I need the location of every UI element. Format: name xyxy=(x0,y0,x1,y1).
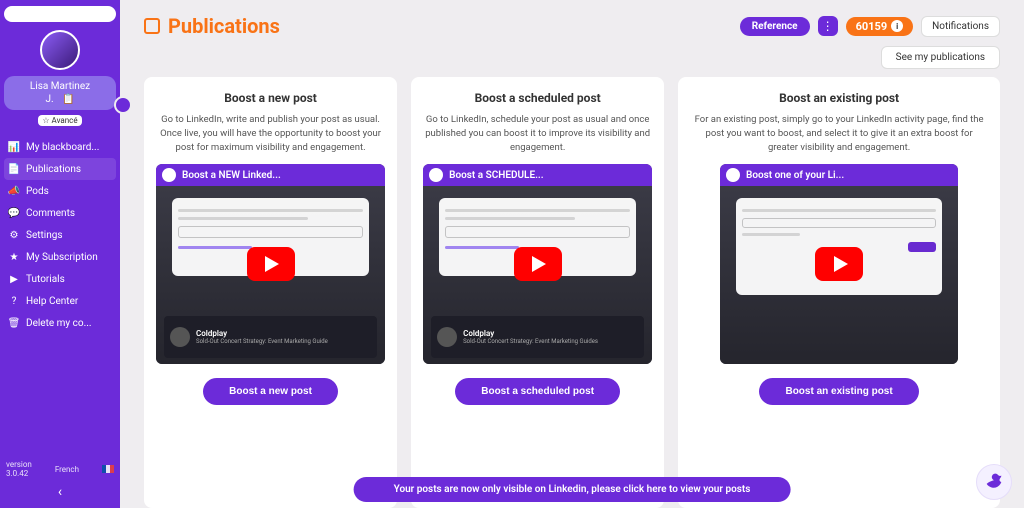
help-icon: ? xyxy=(8,295,20,307)
avatar[interactable] xyxy=(40,30,80,70)
play-button-icon[interactable] xyxy=(815,247,863,281)
user-name-pill: Lisa Martinez J. 📋 xyxy=(4,76,116,110)
nav-tutorials[interactable]: ▶Tutorials xyxy=(4,268,116,290)
linkedin-banner[interactable]: Your posts are now only visible on Linke… xyxy=(354,477,791,502)
video-channel-icon xyxy=(429,168,443,182)
sidebar-footer: version 3.0.42 French xyxy=(4,456,116,482)
see-my-publications-button[interactable]: See my publications xyxy=(881,46,1000,69)
nav-subscription[interactable]: ★My Subscription xyxy=(4,246,116,268)
main-content: Publications Reference ⋮ 60159 i Notific… xyxy=(120,0,1024,508)
nav-publications[interactable]: 📄Publications xyxy=(4,158,116,180)
version-label: version xyxy=(6,460,32,469)
card-desc: Go to LinkedIn, write and publish your p… xyxy=(156,113,385,154)
video-title: Boost a NEW Linked... xyxy=(182,170,281,181)
boost-existing-post-button[interactable]: Boost an existing post xyxy=(759,378,918,405)
rank-badge: ☆ Avancé xyxy=(38,115,81,126)
boost-scheduled-post-button[interactable]: Boost a scheduled post xyxy=(455,378,620,405)
nav-delete[interactable]: 🗑Delete my co... xyxy=(4,312,116,334)
video-channel-icon xyxy=(726,168,740,182)
comment-icon: 💬 xyxy=(8,207,20,219)
coin-amount: 60159 xyxy=(856,20,888,33)
chart-icon: 📊 xyxy=(8,141,20,153)
cards-row: Boost a new post Go to LinkedIn, write a… xyxy=(144,77,1000,508)
play-icon: ▶ xyxy=(8,273,20,285)
coin-balance[interactable]: 60159 i xyxy=(846,17,914,36)
version-number: 3.0.42 xyxy=(6,469,32,478)
reference-button[interactable]: Reference xyxy=(740,17,810,36)
topbar: Publications Reference ⋮ 60159 i Notific… xyxy=(144,14,1000,38)
user-first-name: Lisa xyxy=(30,81,48,92)
nav-list: 📊My blackboard... 📄Publications 📣Pods 💬C… xyxy=(4,136,116,456)
language-label[interactable]: French xyxy=(55,465,79,474)
tutorial-video-scheduled[interactable]: Boost a SCHEDULE... ColdplaySold-Out Con… xyxy=(423,164,652,364)
nav-comments[interactable]: 💬Comments xyxy=(4,202,116,224)
nav-settings[interactable]: ⚙Settings xyxy=(4,224,116,246)
nav-blackboard[interactable]: 📊My blackboard... xyxy=(4,136,116,158)
play-button-icon[interactable] xyxy=(247,247,295,281)
star-icon: ★ xyxy=(8,251,20,263)
card-title: Boost a scheduled post xyxy=(475,91,601,105)
card-desc: Go to LinkedIn, schedule your post as us… xyxy=(423,113,652,154)
card-title: Boost an existing post xyxy=(779,91,899,105)
collapse-sidebar[interactable]: ‹ xyxy=(4,482,116,502)
card-boost-new: Boost a new post Go to LinkedIn, write a… xyxy=(144,77,397,508)
card-desc: For an existing post, simply go to your … xyxy=(690,113,988,154)
sidebar: Lisa Martinez J. 📋 ☆ Avancé 📊My blackboa… xyxy=(0,0,120,508)
video-title: Boost one of your Li... xyxy=(746,170,844,181)
nav-pods[interactable]: 📣Pods xyxy=(4,180,116,202)
card-title: Boost a new post xyxy=(224,91,317,105)
search-input[interactable] xyxy=(4,6,116,22)
boost-new-post-button[interactable]: Boost a new post xyxy=(203,378,338,405)
tutorial-video-existing[interactable]: Boost one of your Li... xyxy=(720,164,958,364)
flag-icon[interactable] xyxy=(102,465,114,473)
trash-icon: 🗑 xyxy=(8,317,20,329)
user-last-name: Martinez xyxy=(51,81,90,92)
info-icon[interactable]: i xyxy=(891,20,903,32)
publications-icon xyxy=(144,18,160,34)
gear-icon: ⚙ xyxy=(8,229,20,241)
card-boost-scheduled: Boost a scheduled post Go to LinkedIn, s… xyxy=(411,77,664,508)
nav-help[interactable]: ?Help Center xyxy=(4,290,116,312)
bird-icon xyxy=(983,471,1005,493)
play-button-icon[interactable] xyxy=(514,247,562,281)
page-title: Publications xyxy=(144,14,280,38)
document-icon: 📄 xyxy=(8,163,20,175)
notifications-button[interactable]: Notifications xyxy=(921,16,1000,37)
megaphone-icon: 📣 xyxy=(8,185,20,197)
more-menu[interactable]: ⋮ xyxy=(818,16,838,36)
card-boost-existing: Boost an existing post For an existing p… xyxy=(678,77,1000,508)
video-title: Boost a SCHEDULE... xyxy=(449,170,544,181)
top-actions: Reference ⋮ 60159 i Notifications xyxy=(740,16,1000,37)
tutorial-video-new[interactable]: Boost a NEW Linked... ColdplaySold-Out C… xyxy=(156,164,385,364)
video-channel-icon xyxy=(162,168,176,182)
user-initial: J. xyxy=(45,94,53,105)
help-bubble[interactable] xyxy=(976,464,1012,500)
